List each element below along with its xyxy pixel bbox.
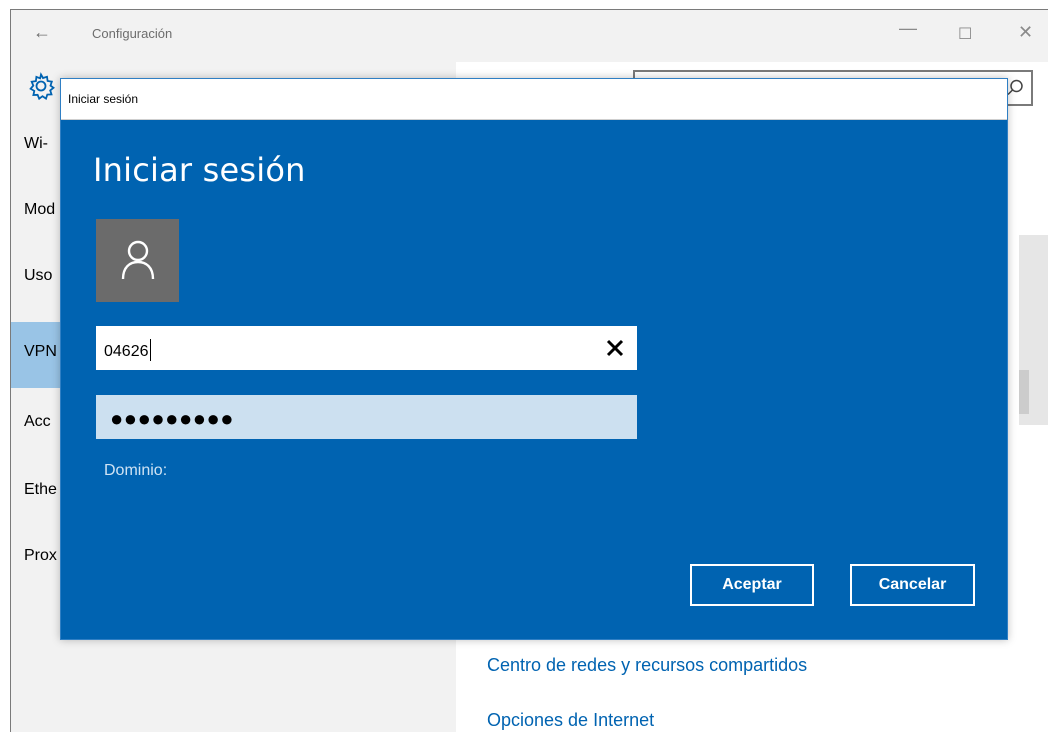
dialog-heading: Iniciar sesión xyxy=(93,151,306,189)
dialog-titlebar: Iniciar sesión xyxy=(61,79,1007,120)
network-center-link[interactable]: Centro de redes y recursos compartidos xyxy=(487,655,807,676)
username-field[interactable]: 04626 xyxy=(96,326,637,370)
window-title: Configuración xyxy=(92,26,173,41)
close-button[interactable]: ✕ xyxy=(1018,22,1033,43)
clear-icon[interactable] xyxy=(605,338,625,358)
user-icon xyxy=(121,240,155,280)
cancel-button[interactable]: Cancelar xyxy=(850,564,975,606)
internet-options-link[interactable]: Opciones de Internet xyxy=(487,710,654,731)
password-field[interactable]: ●●●●●●●●● xyxy=(96,395,637,439)
panel-button[interactable] xyxy=(1019,370,1029,414)
username-value-wrap: 04626 xyxy=(104,339,151,361)
dialog-window-title: Iniciar sesión xyxy=(68,92,139,106)
sidebar-item-label: VPN xyxy=(24,343,57,360)
sidebar-item-label: Mod xyxy=(24,201,56,218)
maximize-button[interactable]: ☐ xyxy=(958,24,972,44)
sign-in-dialog: Iniciar sesión Iniciar sesión 04626 ●●●●… xyxy=(60,78,1008,640)
back-arrow-icon[interactable]: ← xyxy=(33,22,51,43)
text-caret xyxy=(149,339,151,361)
accept-button[interactable]: Aceptar xyxy=(690,564,814,606)
search-icon[interactable] xyxy=(1005,78,1025,98)
sidebar-item-label: Uso xyxy=(24,267,53,284)
window-titlebar: ← Configuración — ☐ ✕ xyxy=(11,10,1048,62)
minimize-button[interactable]: — xyxy=(899,18,917,39)
username-value: 04626 xyxy=(104,343,149,360)
sidebar-item-label: Acc xyxy=(24,413,51,430)
avatar xyxy=(96,219,179,302)
password-mask: ●●●●●●●●● xyxy=(110,406,235,431)
sidebar-item-label: Prox xyxy=(24,547,57,564)
sidebar-item-label: Wi- xyxy=(24,135,48,152)
sidebar-item-label: Ethe xyxy=(24,481,57,498)
domain-label: Dominio: xyxy=(104,462,168,479)
gear-icon[interactable] xyxy=(27,72,55,100)
